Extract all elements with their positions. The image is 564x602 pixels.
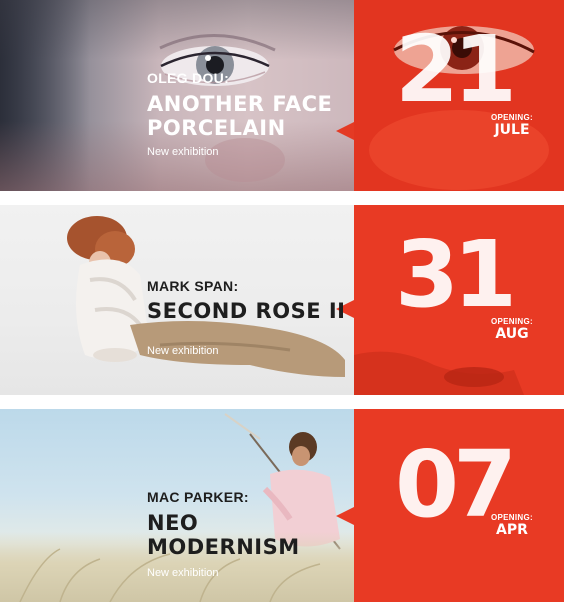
opening-month: AUG <box>495 326 529 342</box>
opening-label: OPENING: <box>491 513 533 522</box>
title-line: SECOND ROSE II <box>147 299 346 323</box>
exhibition-subtitle: New exhibition <box>147 567 219 579</box>
exhibition-banner-mac-parker[interactable]: MAC PARKER: NEO MODERNISM New exhibition… <box>0 409 564 602</box>
exhibition-subtitle: New exhibition <box>147 345 219 357</box>
pointer-notch <box>336 507 354 525</box>
exhibition-title: NEO MODERNISM <box>147 511 300 559</box>
opening-month: JULE <box>494 122 530 138</box>
opening-month: APR <box>496 522 528 538</box>
opening-info: OPENING: AUG <box>470 317 554 342</box>
artist-name: MARK SPAN: <box>147 278 239 294</box>
exhibition-subtitle: New exhibition <box>147 146 219 158</box>
exhibition-title: SECOND ROSE II <box>147 299 345 323</box>
title-line: NEO <box>147 511 199 535</box>
title-line: PORCELAIN <box>147 116 286 140</box>
pointer-notch <box>336 122 354 140</box>
opening-label: OPENING: <box>491 113 533 122</box>
opening-day: 21 <box>395 16 517 123</box>
artist-name: MAC PARKER: <box>147 489 249 505</box>
exhibition-info: MAC PARKER: NEO MODERNISM New exhibition <box>147 489 300 579</box>
exhibition-info: MARK SPAN: SECOND ROSE II New exhibition <box>147 278 345 357</box>
opening-info: OPENING: JULE <box>470 113 554 138</box>
opening-label: OPENING: <box>491 317 533 326</box>
title-line: MODERNISM <box>147 535 300 559</box>
exhibition-title: ANOTHER FACE PORCELAIN <box>147 92 332 140</box>
exhibition-info: OLEG DOU: ANOTHER FACE PORCELAIN New exh… <box>147 70 332 158</box>
exhibition-banner-mark-span[interactable]: MARK SPAN: SECOND ROSE II New exhibition… <box>0 205 564 395</box>
opening-day: 31 <box>395 221 517 328</box>
artist-name: OLEG DOU: <box>147 70 230 86</box>
opening-info: OPENING: APR <box>470 513 554 538</box>
title-line: ANOTHER FACE <box>147 92 333 116</box>
exhibition-banner-oleg-dou[interactable]: OLEG DOU: ANOTHER FACE PORCELAIN New exh… <box>0 0 564 191</box>
